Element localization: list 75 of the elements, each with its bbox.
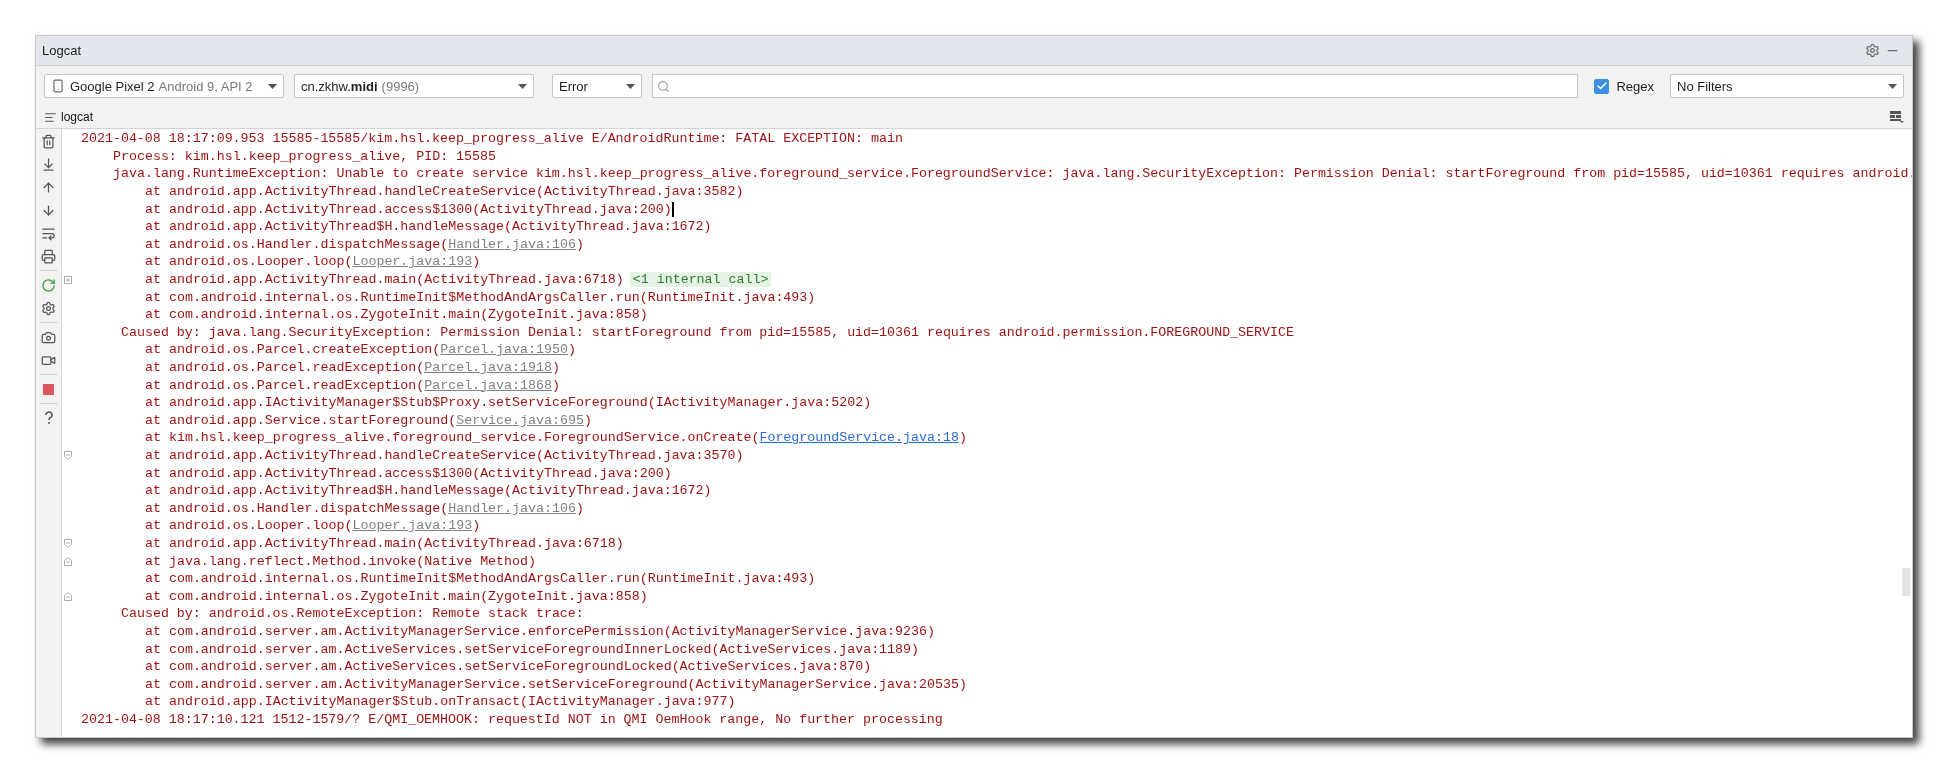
log-text: at com.android.server.am.ActiveServices.setServiceForegroundLocked(ActiveServices.java:870) — [145, 659, 872, 675]
log-text: at kim.hsl.keep_progress_alive.foreground_service.ForegroundService.onCreate( — [145, 430, 760, 446]
log-text: at android.os.Parcel.createException( — [145, 342, 441, 358]
expand-icon[interactable] — [63, 275, 72, 284]
log-text: Caused by: java.lang.SecurityException: Permission Denial: startForeground from pid=15585, uid=10361 requires android.permission.FOREGROUND_SERVICE — [121, 324, 1294, 340]
log-text: Caused by: android.os.RemoteException: Remote stack trace: — [121, 606, 584, 622]
device-dropdown[interactable]: Google Pixel 2 Android 9, API 2 — [44, 74, 284, 98]
window-title: Logcat — [42, 43, 83, 58]
log-text: at com.android.internal.os.ZygoteInit.main(ZygoteInit.java:858) — [145, 307, 648, 323]
source-link[interactable]: Parcel.java:1918 — [424, 360, 552, 375]
dropdown-caret-icon — [268, 83, 277, 89]
log-text: at android.app.ActivityThread.main(ActivityThread.java:6718) — [145, 535, 624, 551]
search-icon — [657, 79, 670, 93]
dropdown-caret-icon — [1888, 83, 1897, 89]
source-link[interactable]: Looper.java:193 — [352, 518, 473, 534]
lines-icon — [44, 110, 57, 124]
log-text: at android.app.ActivityThread.handleCreateService(ActivityThread.java:3582) — [145, 184, 744, 200]
log-text: at android.os.Looper.loop( — [145, 518, 353, 534]
log-text: ) — [575, 500, 584, 516]
source-link[interactable]: ForegroundService.java:18 — [759, 430, 959, 446]
log-text: at java.lang.reflect.Method.invoke(Native Method) — [145, 553, 536, 569]
log-text: at android.os.Parcel.readException( — [145, 360, 425, 375]
logcat-tab[interactable]: logcat — [42, 108, 96, 126]
log-text: ) — [583, 412, 592, 428]
filter-dropdown[interactable]: No Filters — [1670, 74, 1904, 98]
fold-icon[interactable] — [63, 591, 72, 601]
log-text: ) — [472, 518, 481, 534]
log-text: ) — [958, 430, 967, 446]
search-field[interactable] — [652, 74, 1579, 98]
regex-checkbox[interactable] — [1594, 78, 1610, 94]
log-text: Process: kim.hsl.keep_progress_alive, PID: 15585 — [113, 148, 496, 164]
log-text: at android.app.ActivityThread.main(ActivityThread.java:6718) — [145, 272, 624, 288]
log-text: at com.android.internal.os.RuntimeInit$MethodAndArgsCaller.run(RuntimeInit.java:493) — [145, 289, 816, 305]
source-link[interactable]: Parcel.java:1950 — [440, 342, 568, 358]
source-link[interactable]: Handler.java:106 — [448, 500, 576, 516]
source-link[interactable]: Parcel.java:1868 — [424, 377, 552, 393]
log-text: at android.os.Handler.dispatchMessage( — [145, 236, 449, 252]
log-text: ) — [567, 342, 576, 358]
regex-label: Regex — [1616, 78, 1654, 94]
log-level-dropdown[interactable]: Error — [552, 74, 642, 98]
log-text: at com.android.internal.os.ZygoteInit.main(ZygoteInit.java:858) — [145, 588, 648, 604]
log-text: at android.app.ActivityThread.handleCreateService(ActivityThread.java:3570) — [145, 448, 744, 463]
log-text: ) — [551, 360, 560, 375]
log-text: at android.app.ActivityThread.access$1300(ActivityThread.java:200) — [145, 201, 672, 217]
log-text: at android.app.Service.startForeground( — [145, 412, 457, 428]
log-text: at android.app.ActivityThread.access$1300(ActivityThread.java:200) — [145, 465, 672, 481]
phone-icon — [51, 79, 65, 93]
log-text: at android.os.Looper.loop( — [145, 254, 353, 270]
log-text: at android.app.ActivityThread$H.handleMessage(ActivityThread.java:1672) — [145, 219, 712, 235]
folded-frames-badge[interactable]: <1 internal call> — [629, 272, 772, 288]
log-text: at com.android.server.am.ActivityManagerService.setServiceForeground(ActivityManagerService.java:20535) — [145, 676, 967, 692]
log-text: 2021-04-08 18:17:10.121 1512-1579/? E/QMI_OEMHOOK: requestId NOT in QMI OemHook range, No further processing — [81, 711, 943, 727]
layout-icon[interactable] — [1890, 111, 1904, 123]
log-text: at android.os.Handler.dispatchMessage( — [145, 500, 449, 516]
fold-icon[interactable] — [63, 538, 72, 548]
log-text: at com.android.server.am.ActivityManagerService.enforcePermission(ActivityManagerService.java:9236) — [145, 623, 935, 639]
log-text: at com.android.server.am.ActiveServices.setServiceForegroundInnerLocked(ActiveServices.java:1189) — [145, 641, 919, 657]
source-link[interactable]: Looper.java:193 — [352, 254, 473, 270]
dropdown-caret-icon — [518, 83, 527, 89]
fold-icon[interactable] — [63, 556, 72, 566]
log-text: at android.os.Parcel.readException( — [145, 377, 425, 393]
log-text: at android.app.IActivityManager$Stub.onTransact(IActivityManager.java:977) — [145, 694, 736, 710]
log-text: ) — [551, 377, 560, 393]
source-link[interactable]: Service.java:695 — [456, 412, 584, 428]
process-dropdown[interactable]: cn.zkhw.midi (9996) — [294, 74, 534, 98]
source-link[interactable]: Handler.java:106 — [448, 236, 576, 252]
log-text: ) — [575, 236, 584, 252]
log-text: ) — [472, 254, 481, 270]
log-text: 2021-04-08 18:17:09.953 15585-15585/kim.hsl.keep_progress_alive E/AndroidRuntime: FATAL EXCEPTION: main — [81, 131, 903, 147]
log-text: at com.android.internal.os.RuntimeInit$MethodAndArgsCaller.run(RuntimeInit.java:493) — [145, 571, 816, 587]
log-text: at android.app.IActivityManager$Stub$Proxy.setServiceForeground(IActivityManager.java:5202) — [145, 395, 872, 411]
fold-icon[interactable] — [63, 451, 72, 460]
log-text: at android.app.ActivityThread$H.handleMessage(ActivityThread.java:1672) — [145, 483, 712, 499]
dropdown-caret-icon — [626, 83, 635, 89]
scrollbar-thumb[interactable] — [1902, 568, 1910, 596]
